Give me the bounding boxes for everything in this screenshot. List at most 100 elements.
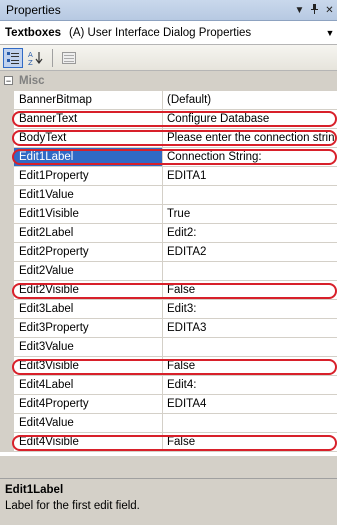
property-name[interactable]: Edit2Value [14,262,163,281]
property-row[interactable]: Edit2Property EDITA2 [0,243,337,262]
property-value[interactable]: False [163,281,337,300]
property-value[interactable]: EDITA2 [163,243,337,262]
property-value[interactable] [163,262,337,281]
property-row[interactable]: BannerBitmap (Default) [0,91,337,110]
close-icon[interactable]: ✕ [322,5,337,16]
property-name[interactable]: Edit4Label [14,376,163,395]
property-name[interactable]: Edit1Label [14,148,163,167]
property-name[interactable]: Edit3Property [14,319,163,338]
category-label: Misc [19,74,45,87]
property-row[interactable]: BannerText Configure Database [0,110,337,129]
toolbar-separator [52,48,53,67]
property-value[interactable] [163,414,337,433]
object-name: Textboxes [5,26,62,39]
property-row[interactable]: Edit4Label Edit4: [0,376,337,395]
property-row[interactable]: Edit1Value [0,186,337,205]
property-name[interactable]: Edit1Visible [14,205,163,224]
alphabetical-sort-icon: A Z [28,51,43,66]
property-row[interactable]: Edit4Value [0,414,337,433]
property-row[interactable]: Edit3Value [0,338,337,357]
property-row[interactable]: Edit2Label Edit2: [0,224,337,243]
property-name[interactable]: Edit2Visible [14,281,163,300]
property-row[interactable]: Edit2Value [0,262,337,281]
collapse-icon[interactable]: − [4,76,13,86]
row-gutter [0,319,14,338]
property-row[interactable]: Edit2Visible False [0,281,337,300]
property-value[interactable]: Connection String: [163,148,337,167]
property-value[interactable]: False [163,433,337,452]
description-text: Label for the first edit field. [5,500,140,512]
property-value[interactable]: Configure Database [163,110,337,129]
properties-titlebar: Properties ▼ ✕ [0,0,337,21]
property-name[interactable]: Edit3Visible [14,357,163,376]
property-value[interactable]: Please enter the connection strin [163,129,337,148]
row-gutter [0,167,14,186]
row-gutter [0,110,14,129]
property-row[interactable]: Edit3Property EDITA3 [0,319,337,338]
property-pages-icon [62,51,76,64]
property-value[interactable]: True [163,205,337,224]
svg-text:A: A [28,51,33,59]
row-gutter [0,148,14,167]
property-row[interactable]: Edit3Label Edit3: [0,300,337,319]
property-name[interactable]: Edit2Property [14,243,163,262]
property-row[interactable]: Edit4Visible False [0,433,337,452]
property-name[interactable]: Edit4Property [14,395,163,414]
property-row[interactable]: Edit1Property EDITA1 [0,167,337,186]
property-name[interactable]: BannerBitmap [14,91,163,110]
row-gutter [0,395,14,414]
property-value[interactable]: Edit3: [163,300,337,319]
property-row[interactable]: Edit4Property EDITA4 [0,395,337,414]
row-gutter [0,262,14,281]
categorized-icon [7,51,19,64]
property-value[interactable] [163,186,337,205]
description-splitter[interactable] [0,456,337,478]
property-name[interactable]: Edit2Label [14,224,163,243]
property-value[interactable]: Edit4: [163,376,337,395]
property-name[interactable]: Edit3Label [14,300,163,319]
property-name[interactable]: Edit4Value [14,414,163,433]
row-gutter [0,91,14,110]
object-type: (A) User Interface Dialog Properties [69,26,252,39]
property-name[interactable]: Edit3Value [14,338,163,357]
property-value[interactable]: False [163,357,337,376]
row-gutter [0,357,14,376]
property-value[interactable]: EDITA1 [163,167,337,186]
property-name[interactable]: BannerText [14,110,163,129]
property-row[interactable]: BodyText Please enter the connection stri… [0,129,337,148]
property-value[interactable] [163,338,337,357]
row-gutter [0,224,14,243]
property-row[interactable]: Edit1Label Connection String: [0,148,337,167]
property-grid: − Misc BannerBitmap (Default) BannerText Co… [0,71,337,456]
row-gutter [0,414,14,433]
row-gutter [0,243,14,262]
row-gutter [0,186,14,205]
row-gutter [0,129,14,148]
row-gutter [0,300,14,319]
property-value[interactable]: EDITA4 [163,395,337,414]
row-gutter [0,281,14,300]
chevron-down-icon[interactable]: ▼ [323,28,337,38]
window-title: Properties [6,3,61,17]
property-name[interactable]: Edit4Visible [14,433,163,452]
property-name[interactable]: BodyText [14,129,163,148]
property-name[interactable]: Edit1Value [14,186,163,205]
property-value[interactable]: EDITA3 [163,319,337,338]
property-name[interactable]: Edit1Property [14,167,163,186]
properties-toolbar: A Z [0,45,337,71]
property-row[interactable]: Edit1Visible True [0,205,337,224]
pin-icon[interactable] [307,3,322,17]
category-misc[interactable]: − Misc [0,71,337,91]
property-row[interactable]: Edit3Visible False [0,357,337,376]
categorized-button[interactable] [3,47,23,68]
row-gutter [0,376,14,395]
svg-text:Z: Z [28,59,33,66]
description-title: Edit1Label [5,484,64,496]
row-gutter [0,338,14,357]
object-selector[interactable]: Textboxes (A) User Interface Dialog Prop… [0,21,337,45]
property-value[interactable]: Edit2: [163,224,337,243]
dropdown-icon[interactable]: ▼ [292,5,307,16]
alphabetical-button[interactable]: A Z [26,48,46,68]
property-pages-button[interactable] [59,48,79,68]
property-value[interactable]: (Default) [163,91,337,110]
